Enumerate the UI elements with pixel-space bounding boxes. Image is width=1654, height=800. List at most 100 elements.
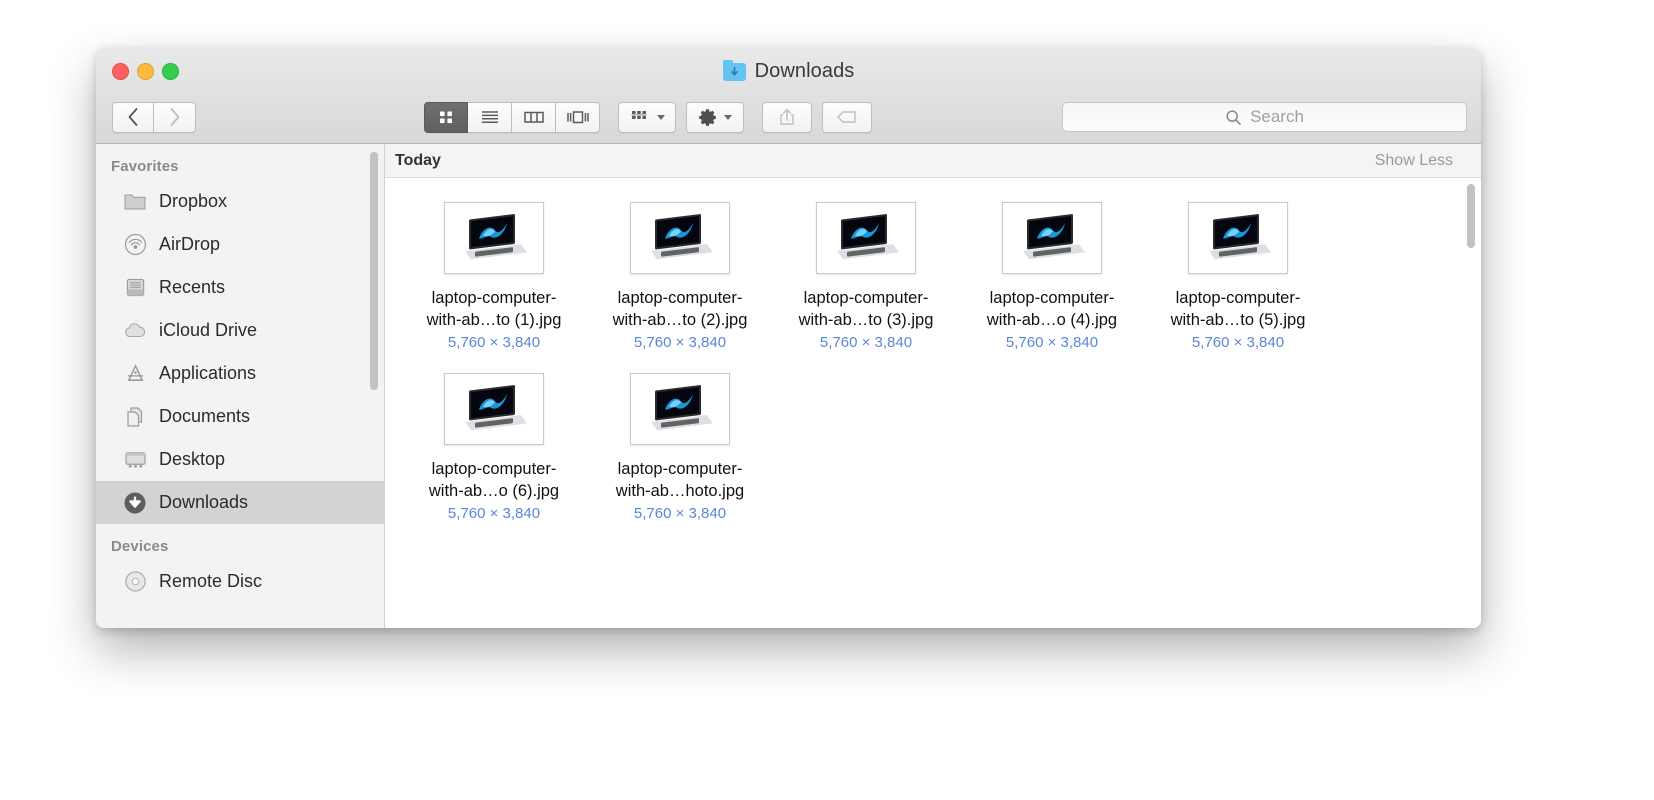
file-name: laptop-computer-with-ab…o (6).jpg	[428, 460, 560, 500]
tag-icon	[837, 111, 856, 123]
action-menu-button[interactable]	[686, 101, 744, 133]
navigation-buttons	[112, 101, 196, 133]
desktop-icon	[123, 448, 147, 472]
finder-window: Downloads Search Favorites Dropbox AirDr…	[96, 48, 1481, 628]
file-name: laptop-computer-with-ab…hoto.jpg	[615, 460, 745, 500]
file-list-pane: Today Show Less laptop-computer- with-ab…	[385, 144, 1481, 628]
share-button[interactable]	[762, 101, 812, 133]
sidebar-item-label: Remote Disc	[159, 571, 263, 591]
window-body: Favorites Dropbox AirDrop Recents iCloud…	[96, 144, 1481, 628]
file-thumbnail	[630, 373, 730, 445]
icon-view-button[interactable]	[424, 101, 468, 133]
chevron-down-icon	[656, 115, 665, 120]
sidebar-item-remote-disc[interactable]: Remote Disc	[96, 560, 384, 603]
sidebar-item-label: iCloud Drive	[159, 320, 258, 340]
file-dimensions: 5,760 × 3,840	[819, 334, 913, 351]
file-item[interactable]: laptop-computer-with-ab…hoto.jpg 5,760 ×…	[587, 373, 773, 522]
toolbar: Search	[96, 94, 1481, 140]
grid-icon	[440, 111, 452, 124]
group-title: Today	[395, 151, 441, 169]
file-name: laptop-computer-with-ab…to (5).jpg	[1170, 289, 1306, 329]
file-name: laptop-computer-with-ab…to (1).jpg	[426, 289, 562, 329]
sidebar: Favorites Dropbox AirDrop Recents iCloud…	[96, 144, 385, 628]
chevron-down-icon	[724, 115, 732, 120]
minimize-button[interactable]	[137, 63, 154, 80]
file-dimensions: 5,760 × 3,840	[447, 334, 541, 351]
file-item[interactable]: laptop-computer-with-ab…to (5).jpg 5,760…	[1145, 202, 1331, 351]
documents-icon	[123, 405, 147, 429]
list-icon	[481, 111, 498, 123]
search-field[interactable]: Search	[1062, 102, 1467, 132]
chevron-left-icon	[128, 108, 137, 126]
file-thumbnail	[816, 202, 916, 274]
view-mode-buttons	[424, 101, 600, 133]
sidebar-item-label: Applications	[159, 363, 257, 383]
arrange-button[interactable]	[618, 101, 676, 133]
file-thumbnail	[444, 202, 544, 274]
file-thumbnail	[630, 202, 730, 274]
columns-icon	[523, 111, 544, 123]
applications-icon	[123, 362, 147, 386]
list-view-button[interactable]	[468, 101, 512, 133]
file-dimensions: 5,760 × 3,840	[1005, 334, 1099, 351]
file-dimensions: 5,760 × 3,840	[633, 334, 727, 351]
sidebar-item-label: AirDrop	[159, 234, 221, 254]
window-titlebar: Downloads Search	[96, 48, 1481, 144]
show-less-button[interactable]: Show Less	[1375, 152, 1453, 170]
column-view-button[interactable]	[512, 101, 556, 133]
file-name: laptop-computer-with-ab…to (2).jpg	[612, 289, 748, 329]
downloads-folder-icon	[722, 60, 746, 81]
recents-icon	[123, 276, 147, 300]
window-title-text: Downloads	[754, 60, 855, 82]
disc-icon	[123, 570, 147, 594]
file-thumbnail	[1002, 202, 1102, 274]
sidebar-item-applications[interactable]: Applications	[96, 352, 384, 395]
search-placeholder: Search	[1250, 107, 1304, 126]
sidebar-item-desktop[interactable]: Desktop	[96, 438, 384, 481]
sidebar-section-devices-header: Devices	[111, 538, 169, 555]
sidebar-item-label: Downloads	[159, 492, 249, 512]
sidebar-item-recents[interactable]: Recents	[96, 266, 384, 309]
sidebar-item-downloads[interactable]: Downloads	[96, 481, 384, 524]
file-item[interactable]: laptop-computer-with-ab…to (2).jpg 5,760…	[587, 202, 773, 351]
tags-button[interactable]	[822, 101, 872, 133]
window-title: Downloads	[96, 60, 1481, 83]
file-thumbnail	[444, 373, 544, 445]
sidebar-item-label: Dropbox	[159, 191, 228, 211]
sidebar-item-label: Desktop	[159, 449, 226, 469]
sidebar-item-dropbox[interactable]: Dropbox	[96, 180, 384, 223]
back-button[interactable]	[112, 101, 154, 133]
content-scrollbar[interactable]	[1467, 184, 1475, 248]
sidebar-item-label: Recents	[159, 277, 226, 297]
gallery-view-button[interactable]	[556, 101, 600, 133]
file-item[interactable]: laptop-computer-with-ab…to (1).jpg 5,760…	[401, 202, 587, 351]
file-item[interactable]: laptop-computer-with-ab…o (6).jpg 5,760 …	[401, 373, 587, 522]
gallery-icon	[566, 111, 589, 124]
forward-button[interactable]	[154, 101, 196, 133]
sidebar-item-icloud-drive[interactable]: iCloud Drive	[96, 309, 384, 352]
maximize-button[interactable]	[162, 63, 179, 80]
gear-icon	[699, 108, 716, 126]
airdrop-icon	[123, 233, 147, 257]
file-thumbnail	[1188, 202, 1288, 274]
file-name: laptop-computer-with-ab…o (4).jpg	[986, 289, 1118, 329]
sidebar-item-airdrop[interactable]: AirDrop	[96, 223, 384, 266]
sidebar-section-favorites-header: Favorites	[111, 158, 179, 175]
file-item[interactable]: laptop-computer-with-ab…to (3).jpg 5,760…	[773, 202, 959, 351]
traffic-lights	[112, 63, 179, 80]
sidebar-item-documents[interactable]: Documents	[96, 395, 384, 438]
cloud-icon	[123, 319, 147, 343]
share-icon	[780, 108, 794, 125]
file-name: laptop-computer-with-ab…to (3).jpg	[798, 289, 934, 329]
downloads-icon	[123, 491, 147, 515]
sidebar-item-label: Documents	[159, 406, 251, 426]
sidebar-scrollbar[interactable]	[370, 152, 378, 390]
chevron-right-icon	[170, 108, 180, 126]
file-dimensions: 5,760 × 3,840	[1191, 334, 1285, 351]
file-dimensions: 5,760 × 3,840	[633, 505, 727, 522]
folder-icon	[123, 190, 147, 214]
file-dimensions: 5,760 × 3,840	[447, 505, 541, 522]
close-button[interactable]	[112, 63, 129, 80]
file-item[interactable]: laptop-computer-with-ab…o (4).jpg 5,760 …	[959, 202, 1145, 351]
group-header: Today Show Less	[385, 144, 1481, 178]
